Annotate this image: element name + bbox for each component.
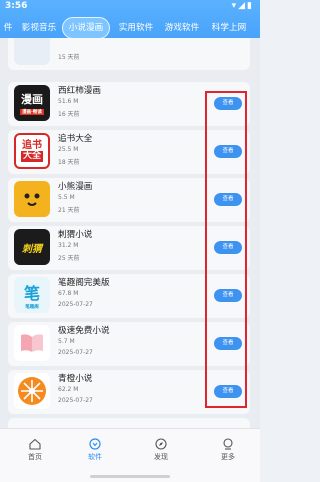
tab-partial[interactable]: 件 [0, 17, 16, 39]
system-gesture-bar[interactable] [90, 475, 170, 478]
app-date: 15 天前 [58, 54, 80, 61]
status-time: 3:56 [5, 1, 28, 11]
orange-app-icon [14, 373, 50, 409]
open-book-icon [14, 325, 50, 361]
app-date: 21 天前 [58, 207, 80, 214]
software-icon [89, 435, 101, 450]
nav-label: 发现 [154, 453, 168, 461]
app-name: 追书大全 [58, 134, 93, 144]
app-date: 16 天前 [58, 111, 80, 118]
app-date: 18 天前 [58, 159, 80, 166]
app-size: 51.6 M [58, 98, 79, 105]
book-app-icon: 追书 大全 [14, 133, 50, 169]
tab-novel-comic[interactable]: 小说漫画 [62, 17, 110, 39]
home-icon [29, 435, 41, 450]
tab-vpn[interactable]: 科学上网 [206, 17, 252, 39]
status-icons: ▾◢▮ [231, 1, 254, 11]
tab-video-music[interactable]: 影视音乐 [16, 17, 62, 39]
nav-discover[interactable]: 发现 [131, 435, 191, 462]
nav-label: 软件 [88, 453, 102, 461]
biquge-app-icon: 笔 笔趣阁 [14, 277, 50, 313]
nav-more[interactable]: 更多 [198, 435, 258, 462]
app-size: 62.2 M [58, 386, 79, 393]
app-date: 2025-07-27 [58, 349, 93, 356]
nav-label: 更多 [221, 453, 235, 461]
nav-label: 首页 [28, 453, 42, 461]
status-bar: 3:56 ▾◢▮ [0, 0, 260, 14]
tab-games[interactable]: 游戏软件 [159, 17, 205, 39]
bottom-navigation: 首页 软件 发现 更多 [0, 428, 260, 482]
app-date: 2025-07-27 [58, 397, 93, 404]
app-size: 5.7 M [58, 338, 75, 345]
highlight-annotation-box [205, 91, 247, 408]
app-icon [14, 38, 50, 65]
compass-icon [155, 435, 167, 450]
category-tabs: 件 影视音乐 小说漫画 实用软件 游戏软件 科学上网 [0, 17, 260, 39]
app-size: 31.2 M [58, 242, 79, 249]
nav-home[interactable]: 首页 [5, 435, 65, 462]
app-name: 刺猬小说 [58, 230, 93, 240]
hedgehog-app-icon: 刺猬 [14, 229, 50, 265]
app-name: 西红柿漫画 [58, 86, 101, 96]
tab-utility[interactable]: 实用软件 [113, 17, 159, 39]
list-item[interactable] [8, 418, 250, 428]
list-item[interactable]: 15 天前 [8, 38, 250, 70]
app-name: 青橙小说 [58, 374, 93, 384]
bear-app-icon [14, 181, 50, 217]
app-name: 小熊漫画 [58, 182, 93, 192]
more-icon [222, 435, 234, 450]
app-size: 5.5 M [58, 194, 75, 201]
app-name: 极速免费小说 [58, 326, 110, 336]
app-size: 67.8 M [58, 290, 79, 297]
app-date: 2025-07-27 [58, 301, 93, 308]
nav-software[interactable]: 软件 [65, 435, 125, 462]
app-size: 25.5 M [58, 146, 79, 153]
app-date: 25 天前 [58, 255, 80, 262]
app-name: 笔趣阁完美版 [58, 278, 110, 288]
comic-app-icon: 漫画 漫画·畅读 [14, 85, 50, 121]
